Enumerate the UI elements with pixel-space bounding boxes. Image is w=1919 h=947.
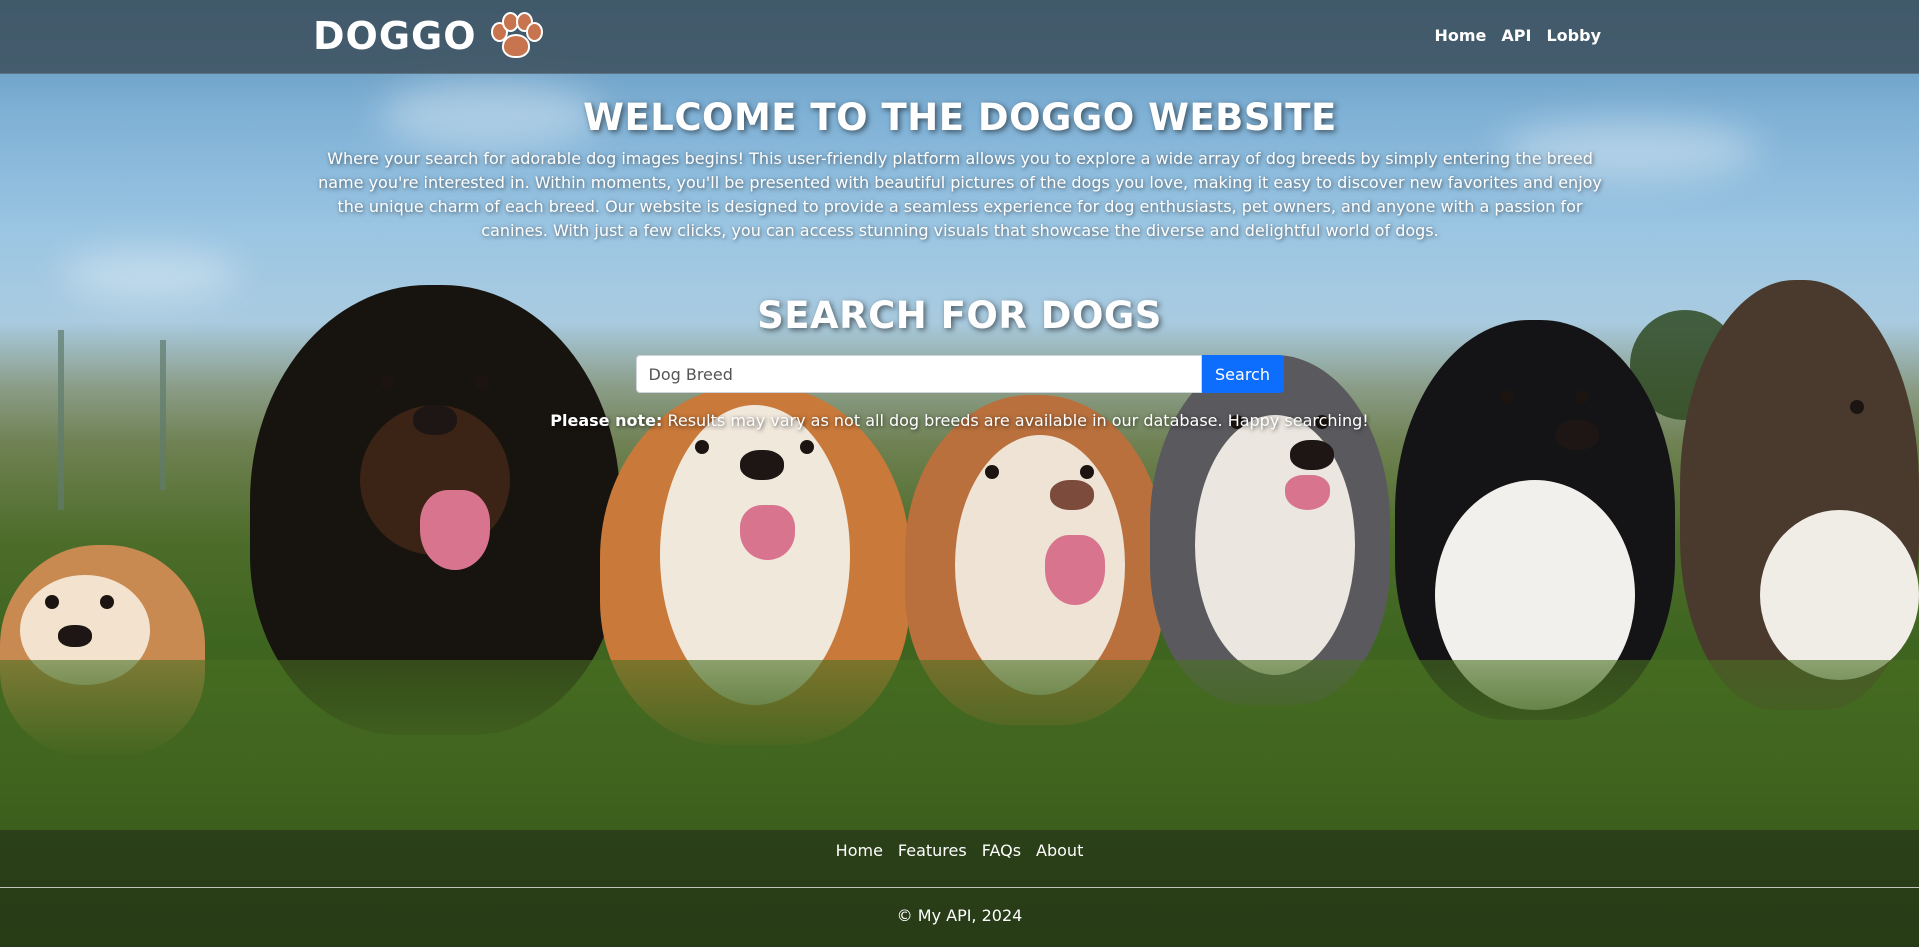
footer-divider [0,887,1919,888]
dog-nose [1290,440,1334,470]
dog-tongue [1045,535,1105,605]
brand-title[interactable]: DOGGO [313,14,477,58]
dog-eye [1080,465,1094,479]
dog-eye [985,465,999,479]
dog-eye [695,440,709,454]
search-form: Search [0,355,1919,393]
footer-link-home[interactable]: Home [836,841,883,860]
paw-icon [490,12,543,60]
search-note: Please note: Results may vary as not all… [0,411,1919,430]
footer: Home Features FAQs About © My API, 2024 [0,830,1919,947]
note-label: Please note: [550,411,663,430]
copyright-text: © My API, 2024 [896,906,1023,925]
hero-title: WELCOME TO THE DOGGO WEBSITE [583,96,1337,139]
dog-tongue [740,505,795,560]
breed-search-input[interactable] [635,355,1202,393]
page: DOGGO Home API Lobby WELCOME TO THE DOGG… [0,0,1919,947]
dog-tongue [420,490,490,570]
footer-nav: Home Features FAQs About [0,830,1919,860]
footer-link-features[interactable]: Features [898,841,967,860]
note-text: Results may vary as not all dog breeds a… [662,411,1369,430]
dog-nose [58,625,92,647]
dog-nose [1050,480,1094,510]
nav-link-home[interactable]: Home [1435,26,1487,45]
dog-tongue [1285,475,1330,510]
dog-eye [45,595,59,609]
dog-nose [740,450,784,480]
footer-link-faqs[interactable]: FAQs [982,841,1021,860]
search-section: SEARCH FOR DOGS Search Please note: Resu… [0,294,1919,430]
main-nav: Home API Lobby [1435,26,1602,45]
dog-eye [800,440,814,454]
navbar: DOGGO Home API Lobby [0,0,1919,74]
search-button[interactable]: Search [1201,355,1284,393]
dog-face [1760,510,1919,680]
hero-description: Where your search for adorable dog image… [318,149,1602,240]
cloud-decoration [60,250,240,300]
nav-link-lobby[interactable]: Lobby [1546,26,1601,45]
brand-logo[interactable]: DOGGO [313,12,543,60]
nav-link-api[interactable]: API [1501,26,1531,45]
footer-link-about[interactable]: About [1036,841,1083,860]
search-title: SEARCH FOR DOGS [757,294,1162,337]
dog-eye [100,595,114,609]
hero-section: WELCOME TO THE DOGGO WEBSITE Where your … [310,96,1610,243]
